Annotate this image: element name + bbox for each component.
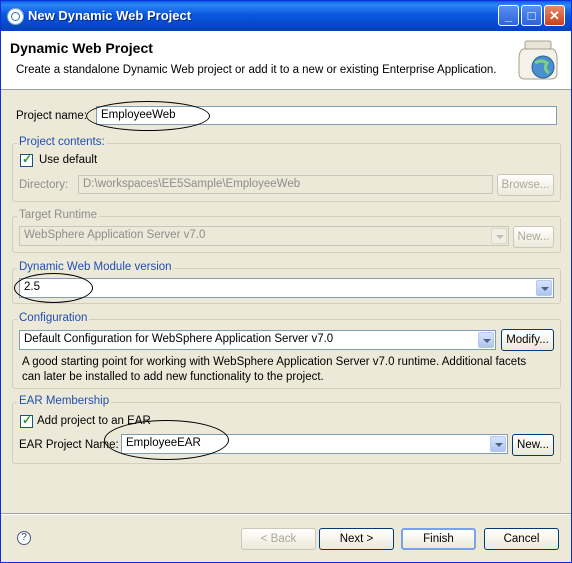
maximize-button[interactable]: □ bbox=[521, 5, 542, 26]
configuration-description-line1: A good starting point for working with W… bbox=[22, 356, 527, 368]
use-default-checkbox[interactable] bbox=[20, 152, 33, 167]
project-name-input[interactable]: EmployeeWeb bbox=[96, 106, 557, 125]
add-to-ear-label: Add project to an EAR bbox=[37, 415, 151, 427]
configuration-modify-button[interactable]: Modify... bbox=[501, 329, 554, 351]
ear-membership-legend: EAR Membership bbox=[17, 395, 112, 407]
module-version-select[interactable]: 2.5 bbox=[19, 278, 554, 298]
ear-project-name-value: EmployeeEAR bbox=[126, 437, 201, 449]
ear-project-name-select[interactable]: EmployeeEAR bbox=[121, 434, 508, 454]
configuration-select[interactable]: Default Configuration for WebSphere Appl… bbox=[19, 330, 496, 350]
new-dynamic-web-project-dialog: New Dynamic Web Project _ □ ✕ Dynamic We… bbox=[0, 0, 572, 563]
project-name-label: Project name: bbox=[16, 110, 87, 122]
directory-input[interactable]: D:\workspaces\EE5Sample\EmployeeWeb bbox=[78, 175, 493, 194]
target-runtime-select[interactable]: WebSphere Application Server v7.0 bbox=[19, 226, 509, 246]
next-button[interactable]: Next > bbox=[319, 528, 394, 550]
configuration-value: Default Configuration for WebSphere Appl… bbox=[24, 333, 334, 345]
eclipse-app-icon bbox=[7, 8, 24, 25]
page-title: Dynamic Web Project bbox=[10, 40, 153, 56]
back-button[interactable]: < Back bbox=[241, 528, 316, 550]
ear-project-name-label: EAR Project Name: bbox=[19, 439, 119, 451]
cancel-button[interactable]: Cancel bbox=[484, 528, 559, 550]
configuration-description-line2: can later be installed to add new functi… bbox=[22, 371, 324, 383]
directory-label: Directory: bbox=[19, 179, 69, 191]
target-runtime-legend: Target Runtime bbox=[17, 209, 99, 221]
chevron-down-icon[interactable] bbox=[491, 228, 507, 244]
target-runtime-new-button[interactable]: New... bbox=[513, 226, 554, 248]
wizard-header: Dynamic Web Project Create a standalone … bbox=[1, 31, 571, 90]
wizard-content: Project name: EmployeeWeb Project conten… bbox=[1, 90, 571, 510]
ear-new-button[interactable]: New... bbox=[512, 434, 554, 456]
module-version-legend: Dynamic Web Module version bbox=[17, 261, 174, 273]
ear-membership-group: EAR Membership bbox=[12, 395, 561, 464]
chevron-down-icon[interactable] bbox=[478, 332, 494, 348]
add-to-ear-checkbox[interactable] bbox=[20, 413, 33, 428]
page-description: Create a standalone Dynamic Web project … bbox=[16, 64, 497, 76]
minimize-button[interactable]: _ bbox=[498, 5, 519, 26]
module-version-value: 2.5 bbox=[24, 281, 40, 293]
footer-separator bbox=[1, 513, 571, 515]
configuration-legend: Configuration bbox=[17, 312, 90, 324]
web-project-jar-icon bbox=[518, 40, 558, 80]
window-title: New Dynamic Web Project bbox=[28, 8, 192, 23]
browse-button[interactable]: Browse... bbox=[497, 174, 554, 196]
project-contents-legend: Project contents: bbox=[17, 136, 107, 148]
use-default-label: Use default bbox=[39, 154, 98, 166]
help-icon[interactable]: ? bbox=[17, 531, 31, 545]
title-bar[interactable]: New Dynamic Web Project _ □ ✕ bbox=[1, 1, 571, 31]
close-button[interactable]: ✕ bbox=[544, 5, 565, 26]
chevron-down-icon[interactable] bbox=[536, 280, 552, 296]
target-runtime-value: WebSphere Application Server v7.0 bbox=[24, 229, 206, 241]
chevron-down-icon[interactable] bbox=[490, 436, 506, 452]
finish-button[interactable]: Finish bbox=[401, 528, 476, 550]
